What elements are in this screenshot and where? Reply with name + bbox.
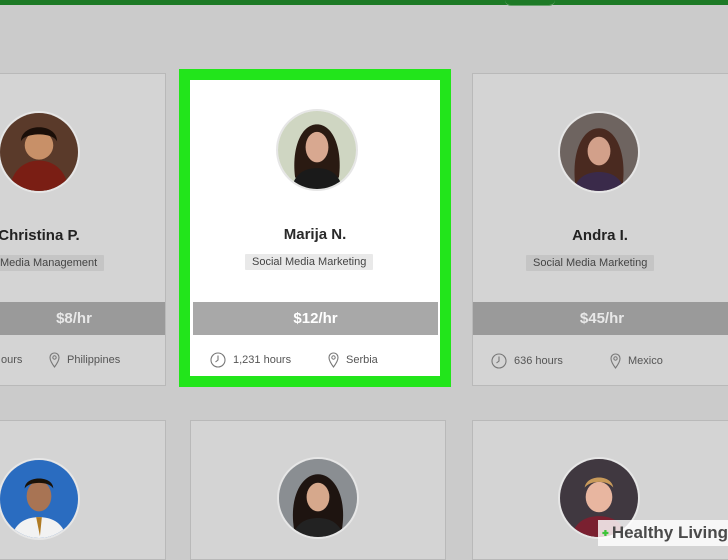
freelancer-card-christina[interactable]: Christina P. Media Management $8/hr ours… xyxy=(0,73,166,386)
medical-cross-icon xyxy=(602,529,609,537)
hours-text: ours xyxy=(1,354,23,366)
freelancer-card[interactable] xyxy=(190,420,446,560)
map-pin-icon xyxy=(49,352,60,368)
hours-worked: ours xyxy=(1,354,22,366)
avatar xyxy=(0,111,80,193)
freelancer-card[interactable] xyxy=(0,420,166,560)
freelancer-name[interactable]: Christina P. xyxy=(0,227,159,244)
avatar xyxy=(558,111,640,193)
location-text: Philippines xyxy=(67,354,121,366)
avatar xyxy=(277,457,359,539)
skill-tag: Social Media Marketing xyxy=(526,255,655,271)
map-pin-icon xyxy=(610,353,621,369)
location: Philippines xyxy=(49,352,120,368)
hours-worked: 636 hours xyxy=(491,353,563,369)
clock-icon xyxy=(491,353,507,369)
top-bar-tab xyxy=(505,0,555,6)
avatar xyxy=(0,458,80,540)
hourly-rate: $8/hr xyxy=(0,302,165,335)
top-bar xyxy=(0,0,728,6)
freelancer-name[interactable]: Andra I. xyxy=(480,227,720,244)
location: Mexico xyxy=(610,353,663,369)
selection-highlight xyxy=(179,69,451,387)
watermark-text: Healthy Living xyxy=(611,523,728,542)
hours-text: 636 hours xyxy=(514,355,563,367)
freelancer-card-andra[interactable]: Andra I. Social Media Marketing $45/hr 6… xyxy=(472,73,728,386)
healthy-living-watermark: Healthy Living xyxy=(598,520,728,546)
skill-tag: Media Management xyxy=(0,255,105,271)
hourly-rate: $45/hr xyxy=(473,302,728,335)
location-text: Mexico xyxy=(628,355,663,367)
